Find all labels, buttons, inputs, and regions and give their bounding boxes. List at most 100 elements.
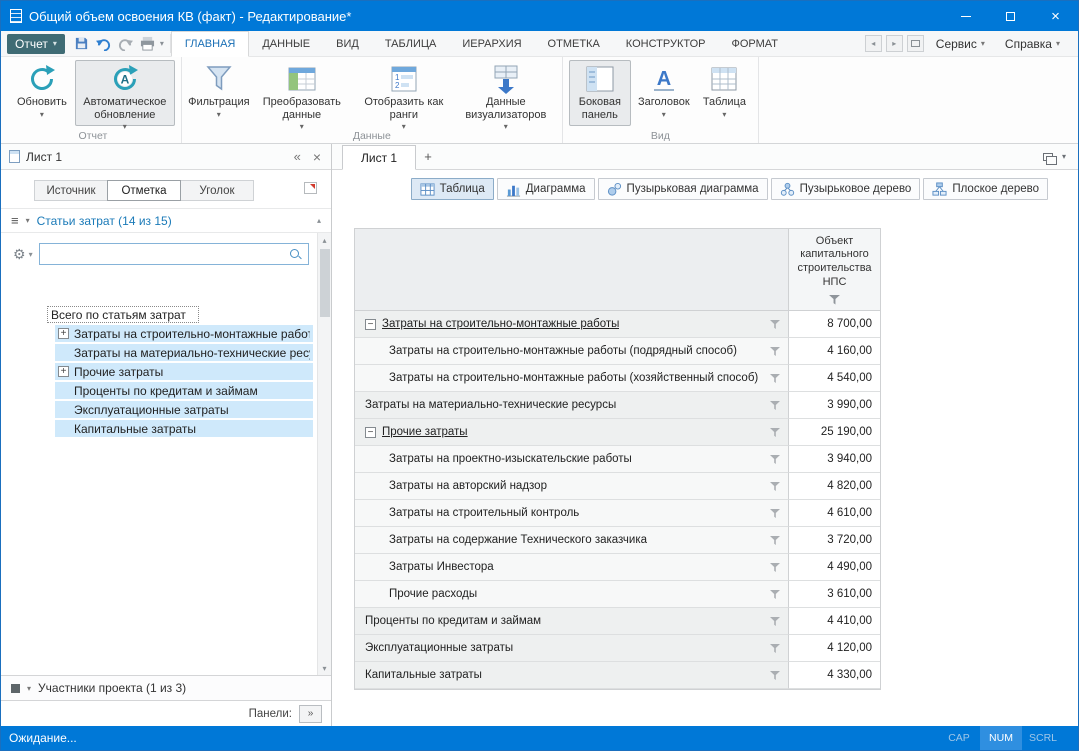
row-value-cell[interactable]: 4 540,00	[789, 365, 880, 392]
tree-item[interactable]: Проценты по кредитам и займам	[47, 381, 313, 400]
row-label-cell[interactable]: Эксплуатационные затраты	[355, 635, 789, 662]
row-value-cell[interactable]: 4 410,00	[789, 608, 880, 635]
side-panel-toggle-button[interactable]: Боковая панель	[569, 60, 631, 126]
table-row[interactable]: Затраты на строительно-монтажные работы …	[355, 365, 880, 392]
view-flat-tree-button[interactable]: Плоское дерево	[923, 178, 1048, 200]
row-value-cell[interactable]: 4 490,00	[789, 554, 880, 581]
row-filter-icon[interactable]	[770, 320, 780, 329]
ribbon-tab[interactable]: ВИД	[323, 31, 372, 56]
minimize-button[interactable]	[943, 1, 988, 31]
nav-back-button[interactable]: ◂	[865, 35, 882, 52]
row-filter-icon[interactable]	[770, 428, 780, 437]
header-button[interactable]: A Заголовок ▾	[633, 60, 695, 126]
ribbon-tab[interactable]: ОТМЕТКА	[535, 31, 613, 56]
row-label-cell[interactable]: Проценты по кредитам и займам	[355, 608, 789, 635]
service-menu[interactable]: Сервис ▾	[928, 37, 993, 51]
table-row[interactable]: Затраты на авторский надзор 4 820,00	[355, 473, 880, 500]
cascade-windows-icon[interactable]	[1043, 153, 1053, 161]
collapse-icon[interactable]: −	[365, 319, 376, 330]
row-label-cell[interactable]: Затраты на строительно-монтажные работы …	[355, 365, 789, 392]
column-filter-icon[interactable]	[829, 295, 841, 305]
expand-icon[interactable]: +	[58, 366, 69, 377]
table-column-header[interactable]: Объект капитального строительства НПС	[789, 229, 880, 311]
row-value-cell[interactable]: 3 720,00	[789, 527, 880, 554]
row-filter-icon[interactable]	[770, 644, 780, 653]
row-value-cell[interactable]: 4 820,00	[789, 473, 880, 500]
ribbon-tab[interactable]: ФОРМАТ	[719, 31, 792, 56]
print-button[interactable]	[138, 34, 157, 53]
sheet-tab[interactable]: Лист 1	[342, 145, 416, 170]
table-row[interactable]: − Затраты на строительно-монтажные работ…	[355, 311, 880, 338]
row-filter-icon[interactable]	[770, 482, 780, 491]
tree-item[interactable]: Капитальные затраты	[47, 419, 313, 438]
row-filter-icon[interactable]	[770, 401, 780, 410]
tree-scrollbar[interactable]: ▴ ▾	[317, 233, 331, 675]
row-filter-icon[interactable]	[770, 590, 780, 599]
table-row[interactable]: Прочие расходы 3 610,00	[355, 581, 880, 608]
redo-button[interactable]	[116, 34, 135, 53]
tree-item[interactable]: + Затраты на строительно-монтажные работ…	[47, 324, 313, 343]
ribbon-tab[interactable]: ИЕРАРХИЯ	[449, 31, 534, 56]
table-row[interactable]: Затраты на материально-технические ресур…	[355, 392, 880, 419]
report-menu-button[interactable]: Отчет ▾	[7, 34, 65, 54]
search-icon[interactable]	[289, 248, 302, 261]
tree-item[interactable]: Эксплуатационные затраты	[47, 400, 313, 419]
ribbon-tab[interactable]: ДАННЫЕ	[249, 31, 323, 56]
filter-button[interactable]: Фильтрация ▾	[188, 60, 250, 126]
window-list-button[interactable]	[907, 35, 924, 52]
scrollbar-thumb[interactable]	[320, 249, 330, 317]
table-row[interactable]: Эксплуатационные затраты 4 120,00	[355, 635, 880, 662]
row-value-cell[interactable]: 4 160,00	[789, 338, 880, 365]
row-label-cell[interactable]: Затраты на строительный контроль	[355, 500, 789, 527]
view-table-button[interactable]: Таблица	[411, 178, 494, 200]
table-row[interactable]: Капитальные затраты 4 330,00	[355, 662, 880, 689]
row-value-cell[interactable]: 3 610,00	[789, 581, 880, 608]
row-label-cell[interactable]: Затраты на строительно-монтажные работы …	[355, 338, 789, 365]
row-label-cell[interactable]: Затраты на материально-технические ресур…	[355, 392, 789, 419]
detach-icon[interactable]	[304, 182, 317, 194]
table-row[interactable]: Затраты на строительно-монтажные работы …	[355, 338, 880, 365]
side-panel-tab[interactable]: Отметка	[107, 180, 181, 201]
table-row[interactable]: Затраты на проектно-изыскательские работ…	[355, 446, 880, 473]
row-value-cell[interactable]: 3 940,00	[789, 446, 880, 473]
row-filter-icon[interactable]	[770, 455, 780, 464]
row-filter-icon[interactable]	[770, 617, 780, 626]
close-panel-icon[interactable]: ×	[313, 150, 321, 164]
table-row[interactable]: Проценты по кредитам и займам 4 410,00	[355, 608, 880, 635]
print-dropdown-icon[interactable]: ▾	[160, 39, 164, 48]
row-value-cell[interactable]: 3 990,00	[789, 392, 880, 419]
row-label-cell[interactable]: − Прочие затраты	[355, 419, 789, 446]
row-label-cell[interactable]: Затраты на содержание Технического заказ…	[355, 527, 789, 554]
maximize-button[interactable]	[988, 1, 1033, 31]
expand-icon[interactable]: +	[58, 328, 69, 339]
transform-data-button[interactable]: Преобразовать данные ▾	[252, 60, 352, 126]
chevron-down-icon[interactable]: ▾	[26, 216, 30, 225]
ribbon-tab[interactable]: КОНСТРУКТОР	[613, 31, 719, 56]
project-members-section-header[interactable]: ▾ Участники проекта (1 из 3)	[1, 675, 331, 700]
auto-refresh-button[interactable]: A Автоматическое обновление ▾	[75, 60, 175, 126]
ribbon-tab[interactable]: ГЛАВНАЯ	[171, 31, 249, 57]
row-value-cell[interactable]: 25 190,00	[789, 419, 880, 446]
tree-item[interactable]: + Прочие затраты	[47, 362, 313, 381]
row-filter-icon[interactable]	[770, 347, 780, 356]
panels-expand-button[interactable]: »	[299, 705, 322, 723]
menu-icon[interactable]: ≡	[11, 213, 19, 228]
undo-button[interactable]	[94, 34, 113, 53]
row-label-cell[interactable]: Прочие расходы	[355, 581, 789, 608]
row-value-cell[interactable]: 8 700,00	[789, 311, 880, 338]
row-filter-icon[interactable]	[770, 374, 780, 383]
refresh-button[interactable]: Обновить ▾	[11, 60, 73, 126]
row-filter-icon[interactable]	[770, 671, 780, 680]
scroll-up-icon[interactable]: ▴	[322, 233, 326, 247]
tree-item[interactable]: Всего по статьям затрат	[47, 305, 313, 324]
collapse-icon[interactable]: −	[365, 427, 376, 438]
row-value-cell[interactable]: 4 120,00	[789, 635, 880, 662]
view-chart-button[interactable]: Диаграмма	[497, 178, 595, 200]
save-button[interactable]	[72, 34, 91, 53]
ribbon-tab[interactable]: ТАБЛИЦА	[372, 31, 450, 56]
help-menu[interactable]: Справка ▾	[997, 37, 1068, 51]
row-label-cell[interactable]: Затраты на авторский надзор	[355, 473, 789, 500]
table-view-button[interactable]: Таблица ▾	[697, 60, 752, 126]
nav-forward-button[interactable]: ▸	[886, 35, 903, 52]
table-row[interactable]: Затраты Инвестора 4 490,00	[355, 554, 880, 581]
